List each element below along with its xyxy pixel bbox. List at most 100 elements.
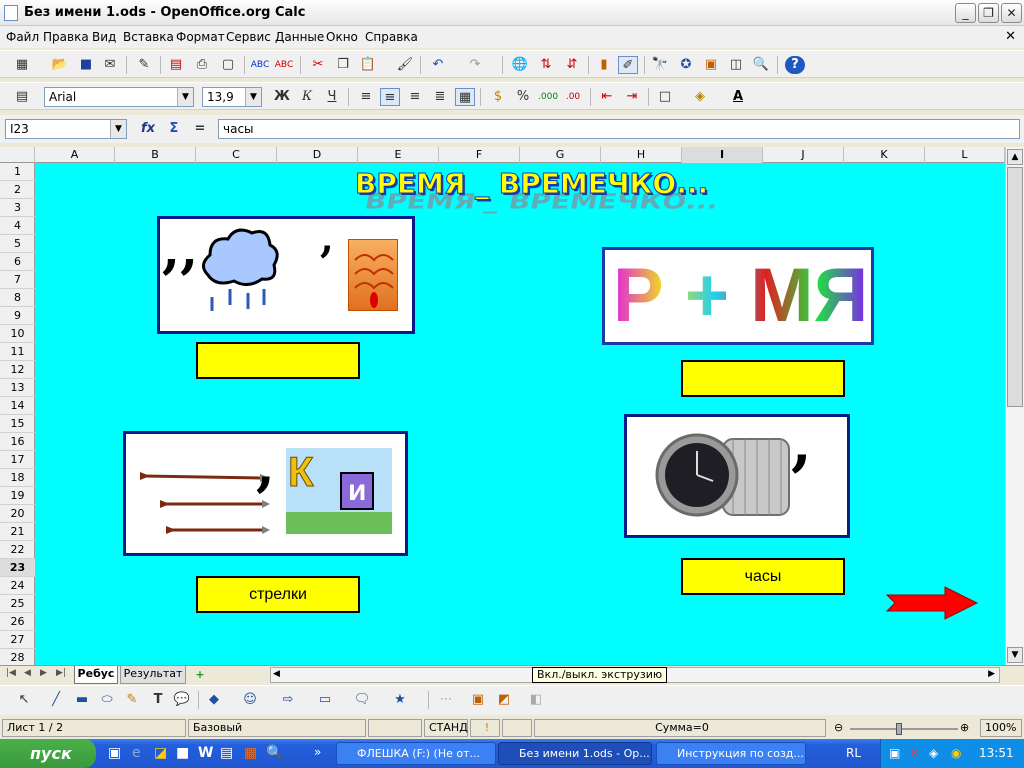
open-icon[interactable]: 📂 <box>50 56 70 74</box>
extrusion-icon[interactable]: ◧ <box>526 691 546 709</box>
fontwork-icon[interactable]: ◩ <box>494 691 514 709</box>
row-header[interactable]: 3 <box>0 199 35 217</box>
close-button[interactable]: ✕ <box>1001 3 1022 23</box>
sort-descending-icon[interactable]: ⇵ <box>562 56 582 74</box>
select-all-corner[interactable] <box>0 147 35 163</box>
minimize-button[interactable]: _ <box>955 3 976 23</box>
start-button[interactable]: пуск <box>0 739 96 768</box>
row-header[interactable]: 8 <box>0 289 35 307</box>
redo-icon[interactable]: ↷ <box>465 56 485 74</box>
symbol-shapes-icon[interactable]: ☺ <box>240 691 260 709</box>
task-instructions[interactable]: Инструкция по созд... <box>656 742 806 765</box>
column-header[interactable]: L <box>925 147 1005 163</box>
add-decimal-icon[interactable]: .000 <box>538 88 558 106</box>
align-center-icon[interactable]: ≡ <box>380 88 400 106</box>
quicklaunch-desktop-icon[interactable]: ▣ <box>108 745 121 761</box>
zoom-out-icon[interactable]: ⊖ <box>834 721 843 734</box>
column-header[interactable]: J <box>763 147 844 163</box>
print-preview-icon[interactable]: ▢ <box>218 56 238 74</box>
function-wizard-icon[interactable]: fx <box>138 120 158 138</box>
rectangle-tool-icon[interactable]: ▬ <box>72 691 92 709</box>
decrease-indent-icon[interactable]: ⇤ <box>597 88 617 106</box>
column-header[interactable]: F <box>439 147 520 163</box>
puzzle-1-frame[interactable]: ,, , <box>157 215 415 334</box>
column-header-selected[interactable]: I <box>682 147 763 163</box>
paste-icon[interactable]: 📋 <box>358 56 378 74</box>
task-calc-active[interactable]: Без имени 1.ods - Op... <box>498 742 652 765</box>
background-color-icon[interactable]: ◈ <box>690 88 710 106</box>
scroll-left-icon[interactable]: ◀ <box>273 669 280 679</box>
quicklaunch-ppt-icon[interactable]: ▦ <box>244 745 257 761</box>
zoom-slider[interactable]: ⊖ ⊕ <box>834 721 974 737</box>
column-header[interactable]: C <box>196 147 277 163</box>
quicklaunch-doc-icon[interactable]: ▤ <box>220 745 233 761</box>
align-right-icon[interactable]: ≡ <box>405 88 425 106</box>
edit-file-icon[interactable]: ✎ <box>134 56 154 74</box>
language-indicator[interactable]: RL <box>846 746 861 760</box>
zoom-level[interactable]: 100% <box>980 719 1022 737</box>
first-sheet-icon[interactable]: |◀ <box>6 668 16 678</box>
flowchart-icon[interactable]: ▭ <box>315 691 335 709</box>
column-header[interactable]: B <box>115 147 196 163</box>
scroll-right-icon[interactable]: ▶ <box>988 669 995 679</box>
autospellcheck-icon[interactable]: ABC <box>274 56 294 74</box>
row-header[interactable]: 4 <box>0 217 35 235</box>
styles-icon[interactable]: ▤ <box>12 88 32 106</box>
function-icon[interactable]: = <box>190 120 210 138</box>
chevron-down-icon[interactable]: ▼ <box>110 120 126 138</box>
menu-tools[interactable]: Сервис <box>226 30 271 44</box>
row-header[interactable]: 9 <box>0 307 35 325</box>
zoom-icon[interactable]: 🔍 <box>751 56 771 74</box>
menu-view[interactable]: Вид <box>92 30 116 44</box>
row-header[interactable]: 20 <box>0 505 35 523</box>
row-header[interactable]: 13 <box>0 379 35 397</box>
quicklaunch-save-icon[interactable]: ■ <box>176 745 189 761</box>
data-sources-icon[interactable]: ◫ <box>726 56 746 74</box>
row-header[interactable]: 7 <box>0 271 35 289</box>
answer-box-2[interactable] <box>681 360 845 397</box>
increase-indent-icon[interactable]: ⇥ <box>622 88 642 106</box>
tray-antivirus-icon[interactable]: ✕ <box>909 746 919 760</box>
row-header[interactable]: 24 <box>0 577 35 595</box>
find-icon[interactable]: 🔭 <box>650 56 670 74</box>
row-header[interactable]: 25 <box>0 595 35 613</box>
chart-icon[interactable]: ▮ <box>594 56 614 74</box>
answer-box-3[interactable]: стрелки <box>196 576 360 613</box>
menu-data[interactable]: Данные <box>275 30 324 44</box>
font-size-box[interactable]: 13,9 ▼ <box>202 87 262 107</box>
row-header[interactable]: 12 <box>0 361 35 379</box>
save-icon[interactable]: ■ <box>76 56 96 74</box>
from-file-icon[interactable]: ▣ <box>468 691 488 709</box>
export-pdf-icon[interactable]: ▤ <box>166 56 186 74</box>
menu-window[interactable]: Окно <box>326 30 358 44</box>
sheet-grid[interactable]: ВРЕМЯ _ ВРЕМЕЧКО... ВРЕМЯ _ ВРЕМЕЧКО... … <box>35 163 1005 665</box>
maximize-button[interactable]: ❐ <box>978 3 999 23</box>
block-arrows-icon[interactable]: ⇨ <box>278 691 298 709</box>
row-header[interactable]: 14 <box>0 397 35 415</box>
last-sheet-icon[interactable]: ▶| <box>56 668 66 678</box>
callouts-icon[interactable]: 🗨 <box>352 691 372 709</box>
font-color-icon[interactable]: A <box>728 88 748 106</box>
row-header[interactable]: 19 <box>0 487 35 505</box>
close-document-icon[interactable]: ✕ <box>1005 29 1016 44</box>
column-header[interactable]: E <box>358 147 439 163</box>
points-icon[interactable]: ⋯ <box>436 691 456 709</box>
answer-box-4[interactable]: часы <box>681 558 845 595</box>
row-header[interactable]: 2 <box>0 181 35 199</box>
vertical-scrollbar[interactable]: ▲ ▼ <box>1005 147 1024 665</box>
scroll-down-icon[interactable]: ▼ <box>1007 647 1023 663</box>
callout-tool-icon[interactable]: 💬 <box>172 691 192 709</box>
formula-input[interactable]: часы <box>218 119 1020 139</box>
answer-box-1[interactable] <box>196 342 360 379</box>
column-header[interactable]: H <box>601 147 682 163</box>
row-header[interactable]: 21 <box>0 523 35 541</box>
puzzle-3-frame[interactable]: , К и <box>123 431 408 556</box>
merge-cells-icon[interactable]: ▦ <box>455 88 475 106</box>
column-header[interactable]: G <box>520 147 601 163</box>
clone-format-icon[interactable]: 🖌 <box>395 56 415 74</box>
new-document-icon[interactable]: ▦ <box>12 56 32 74</box>
quicklaunch-ie-icon[interactable]: e <box>132 745 141 761</box>
tab-rebus[interactable]: Ребус <box>74 666 118 684</box>
zoom-in-icon[interactable]: ⊕ <box>960 721 969 734</box>
stars-icon[interactable]: ★ <box>390 691 410 709</box>
